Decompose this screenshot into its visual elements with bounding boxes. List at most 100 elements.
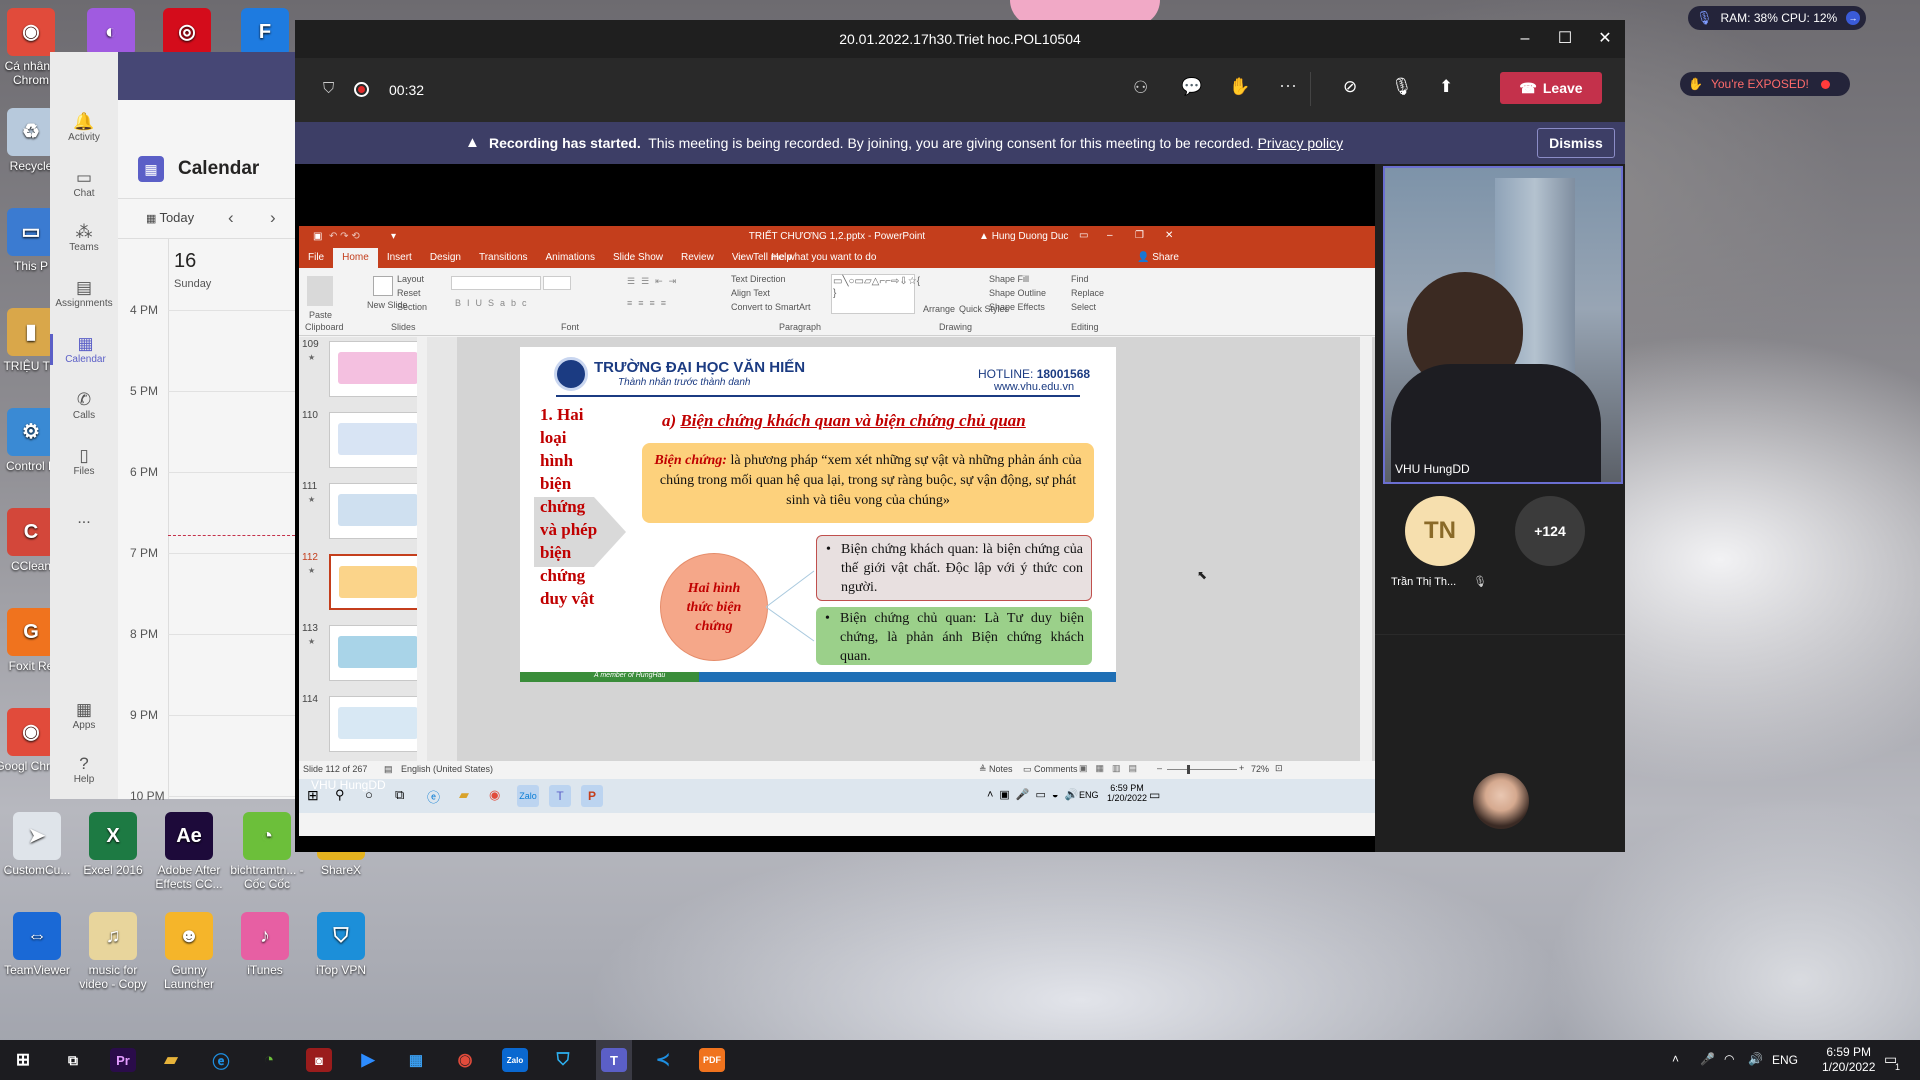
desktop-icon[interactable]: ♫ music for video - Copy [74,912,152,991]
zoom-in-button[interactable]: + [1239,763,1244,773]
rail-item-activity[interactable]: 🔔 Activity [50,112,118,143]
tab-design[interactable]: Design [421,248,470,268]
font-size-box[interactable] [543,276,571,290]
align-text-button[interactable]: Align Text [731,288,770,298]
next-week-icon[interactable]: › [270,208,276,228]
shape-fill-button[interactable]: Shape Fill [989,274,1029,284]
wifi-icon[interactable]: ◠ [1724,1052,1734,1066]
powerpoint-icon[interactable]: P [581,785,603,807]
tab-home[interactable]: Home [333,248,378,268]
edge-icon[interactable]: ⓔ [427,787,440,806]
teams-icon[interactable]: T [549,785,571,807]
tray-overflow-icon[interactable]: ˄ [1672,1052,1679,1066]
tray-icons[interactable]: ˄▣🎤▭◒🔊 [987,788,1084,801]
desktop-icon[interactable]: Ae Adobe After Effects CC... [150,812,228,891]
task-view-icon[interactable]: ⧉ [60,1048,86,1072]
arrange-button[interactable]: Arrange [923,304,955,314]
rail-item-calendar[interactable]: ▦ Calendar [50,334,118,365]
text-direction-button[interactable]: Text Direction [731,274,786,284]
zoom-level[interactable]: 72% [1251,764,1269,774]
slide-thumbnail[interactable] [329,696,427,752]
speaker-video-tile[interactable]: VHU HungDD [1383,166,1623,484]
teams-icon[interactable]: T [601,1048,627,1072]
today-button[interactable]: ▦ Today [146,210,194,225]
ppt-restore-button[interactable]: ❐ [1135,230,1144,241]
zoom-icon[interactable]: ▶ [355,1048,381,1072]
find-button[interactable]: Find [1071,274,1089,284]
maximize-button[interactable]: ☐ [1545,20,1585,58]
paste-icon[interactable] [307,276,333,306]
notification-icon[interactable]: ▭ [1149,788,1160,802]
proofing-icon[interactable]: ▤ [384,764,393,775]
zoom-slider-thumb[interactable] [1187,765,1190,774]
self-view-avatar[interactable] [1473,773,1529,829]
coccoc-icon[interactable]: ◔ [256,1048,282,1072]
align-icons[interactable]: ≡≡≡≡ [627,298,672,308]
font-family-box[interactable] [451,276,541,290]
reset-button[interactable]: Reset [397,288,421,298]
desktop-icon[interactable]: ⛉ iTop VPN [302,912,380,977]
ppt-close-button[interactable]: ✕ [1165,230,1173,241]
rail-item-chat[interactable]: ▭ Chat [50,168,118,199]
folder-icon[interactable]: ▰ [459,787,469,803]
leave-button[interactable]: ☎ Leave [1500,72,1602,104]
start-icon[interactable]: ⊞ [10,1048,36,1072]
ribbon-display-icon[interactable]: ▭ [1079,230,1088,241]
task-view-icon[interactable]: ⧉ [395,787,404,803]
tab-review[interactable]: Review [672,248,723,268]
desktop-icon[interactable]: ☻ Gunny Launcher [150,912,228,991]
edge-icon[interactable]: ⓔ [208,1048,234,1072]
chrome-icon[interactable]: ◉ [452,1048,478,1072]
new-slide-icon[interactable] [373,276,393,296]
view-buttons[interactable]: ▣▦▥▤ [1079,763,1145,774]
reactions-icon[interactable]: ✋ [1229,77,1250,97]
inner-clock[interactable]: 6:59 PM 1/20/2022 [1107,783,1147,803]
chrome-icon[interactable]: ◉ [489,787,500,803]
rail-item-assignments[interactable]: ▤ Assignments [50,278,118,309]
slide-thumbnail[interactable] [329,412,427,468]
dismiss-button[interactable]: Dismiss [1537,128,1615,158]
close-button[interactable]: ✕ [1585,20,1625,58]
desktop-icon[interactable]: X Excel 2016 [74,812,152,877]
camera-off-icon[interactable]: ⊘ [1343,77,1357,97]
inner-lang[interactable]: ENG [1079,790,1099,800]
rail-item-apps[interactable]: ▦ Apps [50,700,118,731]
tab-animations[interactable]: Animations [537,248,604,268]
desktop-icon[interactable]: ♪ iTunes [226,912,304,977]
recorder-icon[interactable]: ◙ [306,1048,332,1072]
premiere-icon[interactable]: Pr [110,1048,136,1072]
shape-outline-button[interactable]: Shape Outline [989,288,1046,298]
vpn-icon[interactable]: ⛉ [550,1048,576,1072]
slide-thumbnail[interactable] [329,554,427,610]
tell-me-box[interactable]: Tell me what you want to do [753,252,876,263]
slide-thumbnail[interactable] [329,341,427,397]
ppt-minimize-button[interactable]: – [1107,230,1113,241]
tab-file[interactable]: File [299,248,333,268]
slide-thumbnail[interactable] [329,483,427,539]
language-indicator[interactable]: ENG [1772,1053,1798,1067]
store-icon[interactable]: ▦ [403,1048,429,1072]
desktop-icon[interactable]: ⇔ TeamViewer [0,912,76,977]
fit-slide-icon[interactable]: ⊡ [1275,763,1283,774]
convert-smartart-button[interactable]: Convert to SmartArt [731,302,811,312]
chat-icon[interactable]: 💬 [1181,77,1202,97]
volume-icon[interactable]: 🔊 [1748,1052,1763,1066]
zoom-slider[interactable] [1167,769,1237,770]
share-screen-icon[interactable]: ⬆ [1439,77,1453,97]
tab-slide-show[interactable]: Slide Show [604,248,672,268]
prev-week-icon[interactable]: ‹ [228,208,234,228]
shapes-gallery[interactable]: ▭╲○▭▱△⌐⌐⇨⇩☆{ } [831,274,920,314]
participants-icon[interactable]: ⚇ [1133,78,1148,98]
thumbs-scrollbar[interactable] [417,337,427,761]
tab-insert[interactable]: Insert [378,248,421,268]
layout-button[interactable]: Layout [397,274,424,284]
pdf-icon[interactable]: PDF [699,1048,725,1072]
slide-thumbnail[interactable] [329,625,427,681]
privacy-policy-link[interactable]: Privacy policy [1258,135,1344,151]
zoom-out-button[interactable]: – [1157,763,1162,773]
desktop-icon[interactable]: ➤ CustomCu... [0,812,76,877]
shape-effects-button[interactable]: Shape Effects [989,302,1045,312]
comments-button[interactable]: ▭ Comments [1023,764,1078,775]
file-explorer-icon[interactable]: ▰ [158,1048,184,1072]
zalo-icon[interactable]: Zalo [517,785,539,807]
